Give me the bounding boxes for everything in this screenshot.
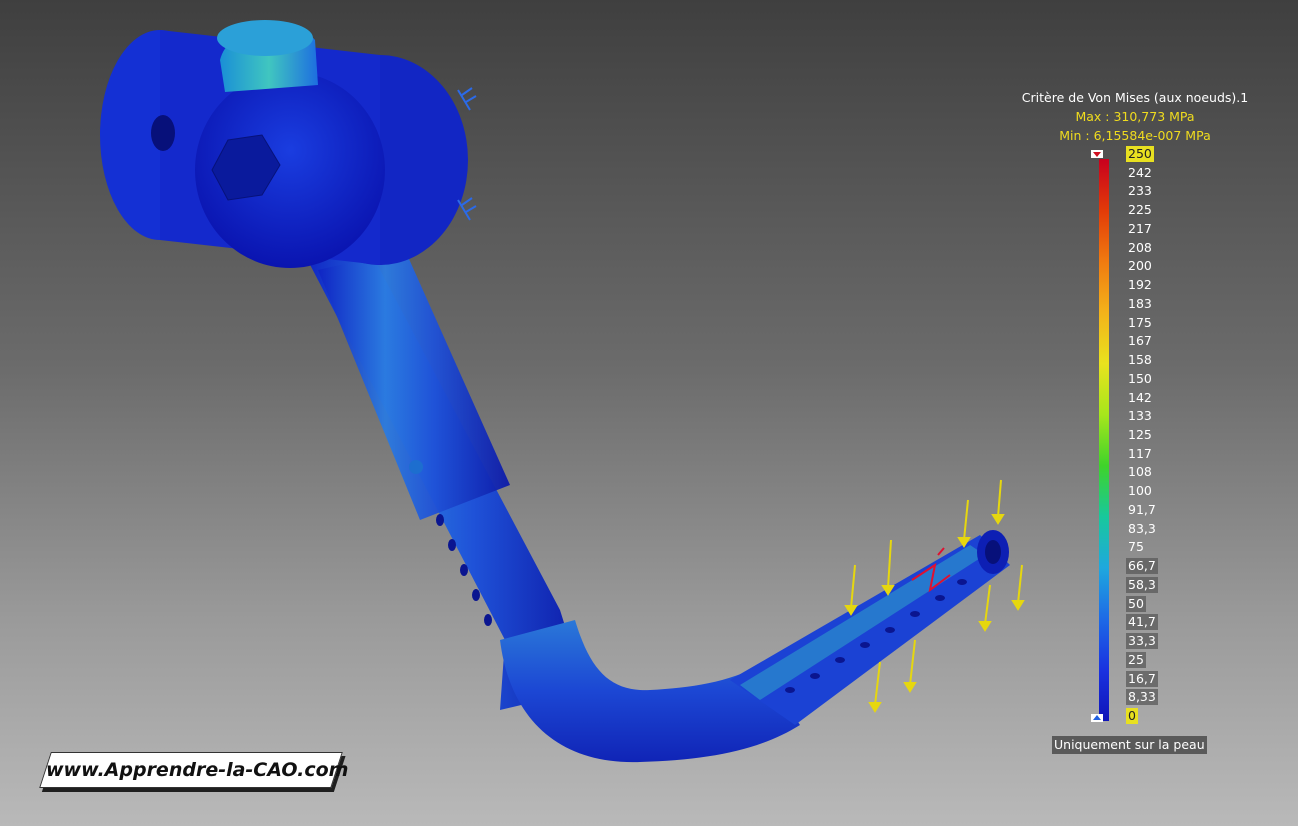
scale-tick-label: 250 [1126, 146, 1154, 162]
scale-tick-label: 25 [1126, 651, 1146, 668]
scale-tick-label: 150 [1128, 370, 1152, 386]
mesh-part [100, 20, 1010, 763]
scale-tick-label: 58,3 [1126, 576, 1158, 593]
color-scale-bar[interactable] [1099, 159, 1109, 721]
scale-tick-label: 133 [1128, 408, 1152, 424]
color-scale-ticks: 250 242 233 225 217 208 200 192 183 175 167 158 150 1… [1126, 0, 1186, 826]
brand-logo: www.Apprendre-la-CAO.com [39, 752, 349, 788]
brand-text: www.Apprendre-la-CAO.com [46, 759, 349, 781]
scale-tick-label: 167 [1128, 333, 1152, 349]
scale-tick-label: 100 [1128, 483, 1152, 499]
scale-tick-label: 200 [1128, 258, 1152, 274]
scale-tick-label: 242 [1128, 164, 1152, 180]
flange-hole [151, 115, 175, 151]
scale-tick-label: 33,3 [1126, 633, 1158, 650]
scale-tick-label: 217 [1128, 220, 1152, 236]
tube-lower-arm-highlight [740, 545, 985, 700]
top-pin-face [217, 20, 313, 56]
scale-tick-label: 50 [1126, 595, 1146, 612]
skin-only-toggle[interactable]: Uniquement sur la peau [1052, 736, 1207, 754]
scale-tick-label: 91,7 [1128, 501, 1156, 517]
scale-tick-label: 8,33 [1126, 689, 1158, 706]
colorbar-max-handle[interactable] [1091, 150, 1103, 158]
scale-tick-label: 175 [1128, 314, 1152, 330]
scale-tick-label: 158 [1128, 352, 1152, 368]
scale-tick-label: 192 [1128, 277, 1152, 293]
scale-tick-label: 66,7 [1126, 558, 1158, 575]
scale-tick-label: 208 [1128, 239, 1152, 255]
scale-tick-label: 225 [1128, 202, 1152, 218]
scale-tick-label: 142 [1128, 389, 1152, 405]
scale-tick-label: 16,7 [1126, 670, 1158, 687]
scale-tick-label: 183 [1128, 295, 1152, 311]
scale-tick-label: 83,3 [1128, 520, 1156, 536]
scale-tick-label: 75 [1128, 539, 1144, 555]
tube-end-hole [985, 540, 1001, 564]
scale-tick-label: 108 [1128, 464, 1152, 480]
scale-tick-label: 117 [1128, 445, 1152, 461]
colorbar-min-handle[interactable] [1091, 714, 1103, 722]
scale-tick-label: 233 [1128, 183, 1152, 199]
scale-tick-label: 0 [1126, 708, 1138, 724]
tube-sleeve [318, 250, 510, 520]
scale-tick-label: 41,7 [1126, 614, 1158, 631]
scale-tick-label: 125 [1128, 427, 1152, 442]
